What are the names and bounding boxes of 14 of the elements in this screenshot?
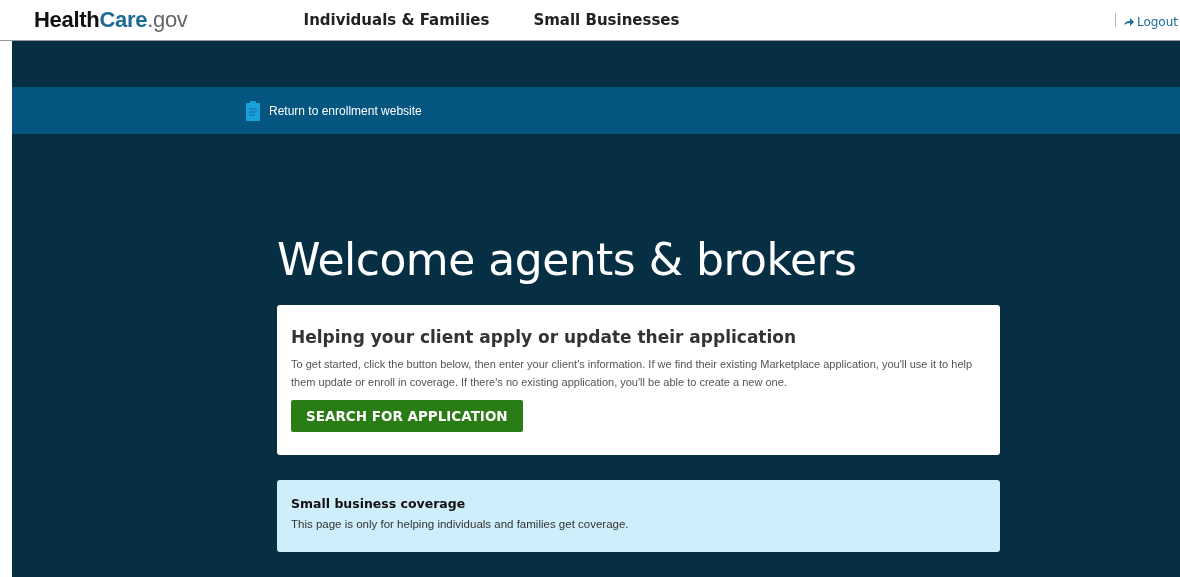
card-heading: Helping your client apply or update their application bbox=[291, 327, 798, 347]
card-text: To get started, click the button below, then enter your client's information. If we find their existing Marketplace application, you'll use it to help them update or enroll in coverage. If there's no existing application, you'll be able to create a new one. bbox=[291, 357, 974, 390]
arrow-icon bbox=[1123, 17, 1134, 26]
return-text: Return to enrollment website bbox=[269, 103, 422, 118]
notice-text: This page is only for helping individuals and families get coverage. bbox=[291, 518, 630, 530]
site-logo[interactable]: HealthCare.gov bbox=[34, 7, 188, 33]
nav-link[interactable]: Small Businesses bbox=[533, 11, 680, 29]
page-title: Welcome agents & brokers bbox=[277, 234, 858, 286]
notice-heading: Small business coverage bbox=[291, 496, 467, 511]
return-link[interactable]: Return to enrollment website bbox=[246, 100, 422, 121]
logout-link[interactable]: Logout bbox=[1123, 11, 1178, 29]
nav-link[interactable]: Individuals & Families bbox=[303, 11, 490, 29]
clipboard-icon bbox=[246, 100, 260, 121]
search-application-button[interactable]: SEARCH FOR APPLICATION bbox=[291, 400, 523, 432]
